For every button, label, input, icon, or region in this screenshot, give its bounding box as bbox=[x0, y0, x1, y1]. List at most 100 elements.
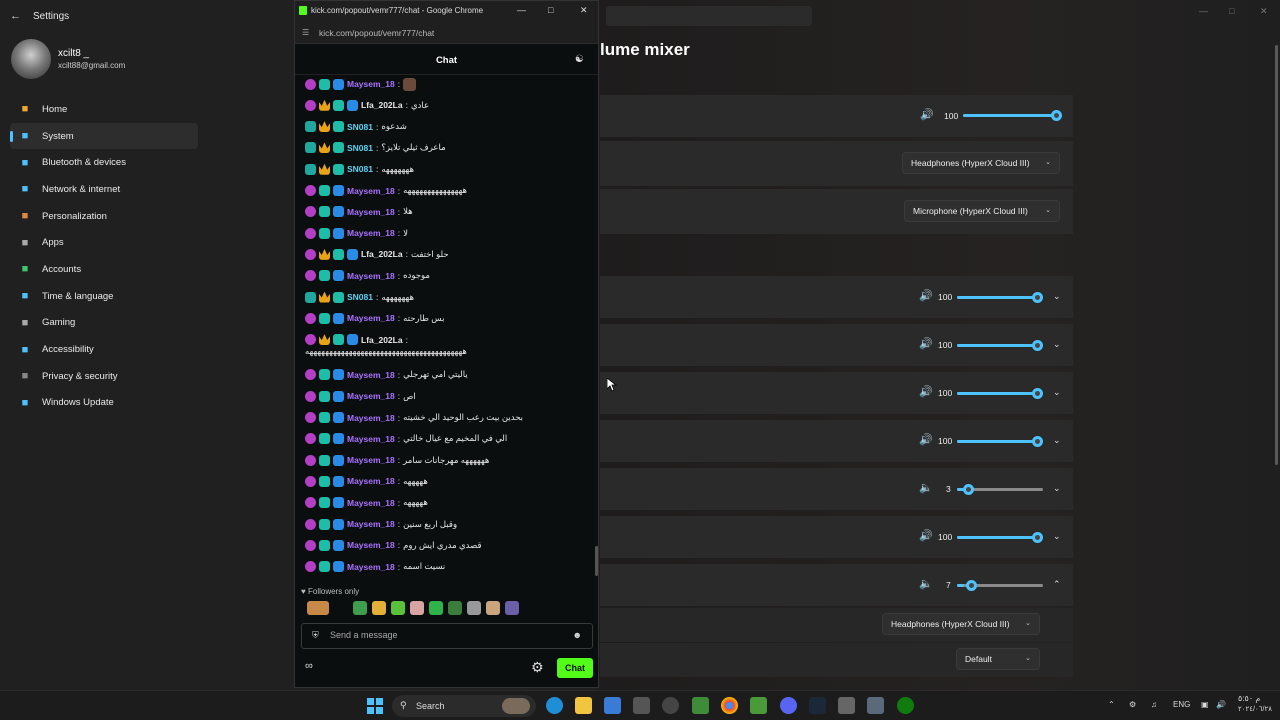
vip-badge-icon[interactable] bbox=[333, 227, 344, 239]
maximize-icon[interactable]: □ bbox=[1229, 6, 1234, 16]
emote-icon[interactable] bbox=[505, 601, 519, 615]
subscriber-badge-icon[interactable] bbox=[305, 78, 316, 90]
sidebar-item-network-internet[interactable]: ■ Network & internet bbox=[10, 176, 198, 203]
subscriber-badge-icon[interactable] bbox=[305, 142, 316, 154]
app-volume-slider[interactable] bbox=[957, 340, 1043, 351]
moderator-badge-icon[interactable] bbox=[319, 539, 330, 551]
vip-badge-icon[interactable] bbox=[333, 561, 344, 573]
chat-username[interactable]: Maysem_18 bbox=[347, 476, 395, 486]
vip-badge-icon[interactable] bbox=[333, 206, 344, 218]
app-input-dropdown[interactable]: Default ⌄ bbox=[956, 648, 1040, 670]
file-explorer-icon[interactable] bbox=[575, 697, 592, 714]
address-bar[interactable]: ☰ kick.com/popout/vemr777/chat bbox=[295, 23, 598, 44]
output-device-dropdown[interactable]: Headphones (HyperX Cloud III) ⌄ bbox=[902, 152, 1060, 174]
clock-date[interactable]: ٢٠٢٤/٠٦/٢٨ bbox=[1238, 705, 1272, 713]
subscriber-badge-icon[interactable] bbox=[305, 121, 316, 133]
vip-badge-icon[interactable] bbox=[333, 475, 344, 487]
microphone-icon[interactable]: ♫ bbox=[1151, 700, 1157, 709]
moderator-badge-icon[interactable] bbox=[319, 433, 330, 445]
chat-username[interactable]: SN081 bbox=[347, 292, 373, 302]
slider-thumb[interactable] bbox=[1032, 388, 1043, 399]
site-info-icon[interactable]: ☰ bbox=[302, 28, 309, 37]
avatar[interactable] bbox=[11, 39, 51, 79]
moderator-badge-icon[interactable] bbox=[333, 334, 344, 346]
sidebar-item-personalization[interactable]: ■ Personalization bbox=[10, 203, 198, 230]
chat-username[interactable]: Lfa_202La bbox=[361, 249, 403, 259]
chevron-down-icon[interactable]: ⌄ bbox=[1053, 387, 1061, 398]
crown-badge-icon[interactable] bbox=[319, 291, 330, 303]
moderator-badge-icon[interactable] bbox=[333, 291, 344, 303]
settings-search-box[interactable] bbox=[606, 6, 812, 26]
vip-badge-icon[interactable] bbox=[333, 497, 344, 509]
subscriber-badge-icon[interactable] bbox=[305, 433, 316, 445]
taskbar-search[interactable]: ⚲ Search bbox=[392, 695, 536, 717]
chevron-down-icon[interactable]: ⌄ bbox=[1053, 531, 1061, 542]
speaker-icon[interactable]: 🔊 bbox=[919, 529, 933, 542]
emote-icon[interactable] bbox=[391, 601, 405, 615]
chevron-up-icon[interactable]: ⌃ bbox=[1108, 700, 1115, 709]
sidebar-item-accounts[interactable]: ■ Accounts bbox=[10, 256, 198, 283]
app-icon[interactable] bbox=[633, 697, 650, 714]
crown-badge-icon[interactable] bbox=[319, 121, 330, 133]
slider-thumb[interactable] bbox=[966, 580, 978, 591]
chat-username[interactable]: Maysem_18 bbox=[347, 498, 395, 508]
speaker-icon[interactable]: 🔊 bbox=[919, 433, 933, 446]
app-volume-slider[interactable] bbox=[957, 484, 1043, 495]
master-volume-slider[interactable] bbox=[963, 110, 1062, 121]
sidebar-item-home[interactable]: ■ Home bbox=[10, 96, 198, 123]
moderator-badge-icon[interactable] bbox=[319, 475, 330, 487]
chat-username[interactable]: Maysem_18 bbox=[347, 519, 395, 529]
subscriber-badge-icon[interactable] bbox=[305, 270, 316, 282]
emote-icon[interactable] bbox=[429, 601, 443, 615]
speaker-icon[interactable]: 🔈 bbox=[919, 577, 933, 590]
crown-badge-icon[interactable] bbox=[319, 163, 330, 175]
subscriber-badge-icon[interactable] bbox=[305, 369, 316, 381]
moderator-badge-icon[interactable] bbox=[319, 78, 330, 90]
subscriber-badge-icon[interactable] bbox=[305, 163, 316, 175]
moderator-badge-icon[interactable] bbox=[319, 454, 330, 466]
chat-username[interactable]: Maysem_18 bbox=[347, 540, 395, 550]
speaker-icon[interactable]: 🔊 bbox=[920, 108, 934, 121]
app-icon[interactable] bbox=[750, 697, 767, 714]
subscriber-badge-icon[interactable] bbox=[305, 454, 316, 466]
crown-badge-icon[interactable] bbox=[319, 142, 330, 154]
app-volume-slider[interactable] bbox=[957, 436, 1043, 447]
start-button[interactable] bbox=[367, 698, 383, 714]
steam-icon[interactable] bbox=[809, 697, 826, 714]
app-volume-slider[interactable] bbox=[957, 532, 1043, 543]
chevron-up-icon[interactable]: ⌃ bbox=[1053, 579, 1061, 590]
back-arrow-icon[interactable]: ← bbox=[10, 10, 21, 22]
chat-username[interactable]: SN081 bbox=[347, 164, 373, 174]
chat-scrollbar[interactable] bbox=[595, 546, 598, 576]
subscriber-badge-icon[interactable] bbox=[305, 334, 316, 346]
moderator-badge-icon[interactable] bbox=[333, 142, 344, 154]
chat-username[interactable]: Maysem_18 bbox=[347, 207, 395, 217]
moderator-badge-icon[interactable] bbox=[319, 390, 330, 402]
sidebar-item-gaming[interactable]: ■ Gaming bbox=[10, 310, 198, 337]
vip-badge-icon[interactable] bbox=[333, 433, 344, 445]
discord-icon[interactable] bbox=[780, 697, 797, 714]
subscriber-badge-icon[interactable] bbox=[305, 518, 316, 530]
sidebar-item-apps[interactable]: ■ Apps bbox=[10, 229, 198, 256]
chat-username[interactable]: Maysem_18 bbox=[347, 455, 395, 465]
subscriber-badge-icon[interactable] bbox=[305, 248, 316, 260]
emoji-icon[interactable]: ☻ bbox=[573, 630, 582, 640]
subscriber-badge-icon[interactable] bbox=[305, 312, 316, 324]
chat-username[interactable]: Maysem_18 bbox=[347, 271, 395, 281]
crown-badge-icon[interactable] bbox=[319, 248, 330, 260]
emote-icon[interactable] bbox=[410, 601, 424, 615]
settings-scrollbar[interactable] bbox=[1275, 45, 1278, 465]
app-volume-slider[interactable] bbox=[957, 292, 1043, 303]
minimize-icon[interactable]: — bbox=[1199, 6, 1208, 16]
chat-username[interactable]: Maysem_18 bbox=[347, 313, 395, 323]
emote-icon[interactable] bbox=[486, 601, 500, 615]
subscriber-badge-icon[interactable] bbox=[305, 561, 316, 573]
edge-icon[interactable] bbox=[546, 697, 563, 714]
moderator-badge-icon[interactable] bbox=[319, 270, 330, 282]
emote-icon[interactable] bbox=[334, 601, 348, 615]
settings-app-icon[interactable] bbox=[867, 697, 884, 714]
emote-icon[interactable] bbox=[353, 601, 367, 615]
network-icon[interactable]: ▣ bbox=[1201, 700, 1209, 709]
close-icon[interactable]: ✕ bbox=[1260, 6, 1268, 17]
sidebar-item-privacy-security[interactable]: ■ Privacy & security bbox=[10, 363, 198, 390]
